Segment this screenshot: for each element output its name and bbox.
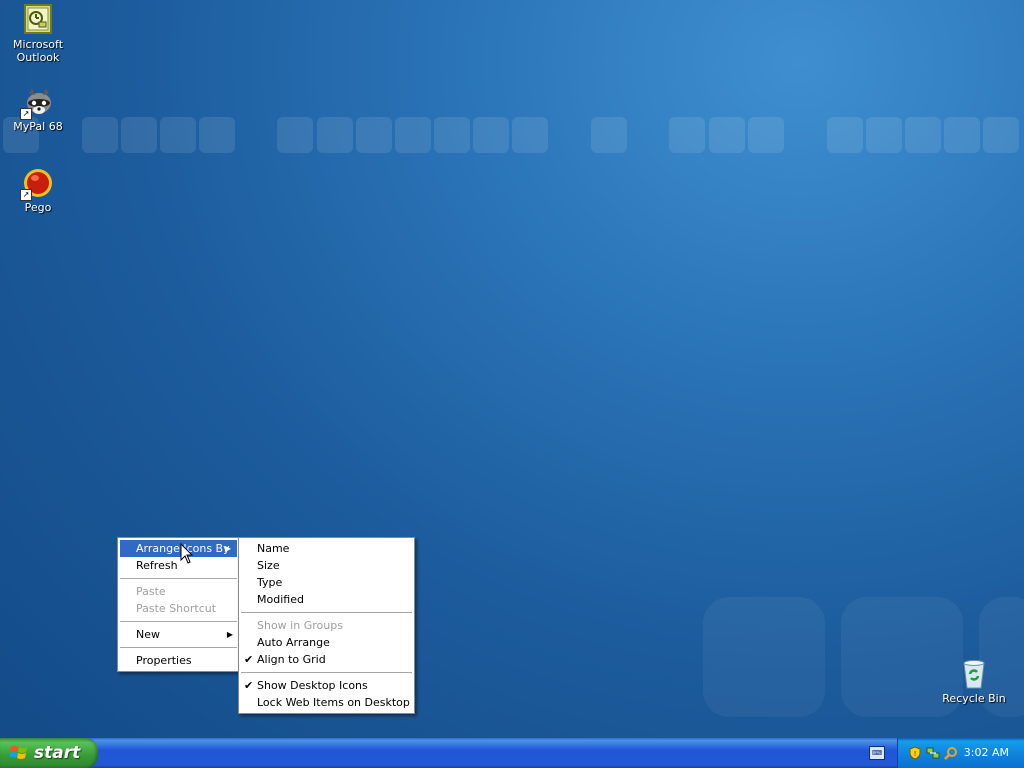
- submenu-arrow-icon: ▶: [224, 544, 231, 553]
- menu-item-paste: Paste: [118, 583, 239, 600]
- menu-item-properties[interactable]: Properties: [118, 652, 239, 669]
- menu-item-label: Align to Grid: [257, 653, 326, 666]
- desktop-icon-label: MyPal 68: [13, 120, 63, 133]
- security-shield-icon[interactable]: !: [908, 746, 922, 760]
- taskbar: start ⌨ ! 3:02 AM: [0, 738, 1024, 768]
- shortcut-arrow-icon: ↗: [20, 108, 32, 120]
- menu-item-arrange-icons-by[interactable]: Arrange Icons By ▶: [120, 540, 237, 557]
- search-icon[interactable]: [944, 746, 958, 760]
- start-button[interactable]: start: [0, 738, 98, 768]
- menu-item-label: Paste Shortcut: [136, 602, 217, 615]
- system-clock[interactable]: 3:02 AM: [964, 746, 1009, 759]
- menu-item-label: Show in Groups: [257, 619, 343, 632]
- desktop-context-menu: Arrange Icons By ▶ Refresh Paste Paste S…: [117, 537, 240, 672]
- background-decoration: [0, 117, 1024, 154]
- submenu-item-name[interactable]: Name: [239, 540, 414, 557]
- arrange-icons-submenu: Name Size Type Modified Show in Groups A…: [238, 537, 415, 714]
- menu-item-label: Lock Web Items on Desktop: [257, 696, 410, 709]
- submenu-item-align-to-grid[interactable]: ✔ Align to Grid: [239, 651, 414, 668]
- submenu-item-type[interactable]: Type: [239, 574, 414, 591]
- desktop-icon-label: Recycle Bin: [942, 692, 1006, 705]
- menu-separator: [120, 621, 237, 622]
- menu-item-refresh[interactable]: Refresh: [118, 557, 239, 574]
- menu-separator: [120, 647, 237, 648]
- checkmark-icon: ✔: [244, 653, 254, 666]
- menu-separator: [241, 612, 412, 613]
- outlook-icon: [22, 4, 54, 36]
- checkmark-icon: ✔: [244, 679, 254, 692]
- submenu-item-lock-web-items[interactable]: Lock Web Items on Desktop: [239, 694, 414, 711]
- desktop-icon-label: Outlook: [16, 51, 60, 64]
- recycle-bin-icon: [958, 658, 990, 690]
- desktop-icon-label: Microsoft: [12, 38, 64, 51]
- windows-flag-icon: [9, 745, 28, 761]
- menu-separator: [120, 578, 237, 579]
- menu-item-paste-shortcut: Paste Shortcut: [118, 600, 239, 617]
- menu-item-label: Name: [257, 542, 290, 555]
- menu-item-label: New: [136, 628, 160, 641]
- pego-ball-icon: ↗: [20, 167, 54, 201]
- network-icon[interactable]: [926, 746, 940, 760]
- desktop-icon-pego[interactable]: ↗ Pego: [0, 167, 76, 214]
- submenu-item-show-desktop-icons[interactable]: ✔ Show Desktop Icons: [239, 677, 414, 694]
- menu-item-new[interactable]: New ▶: [118, 626, 239, 643]
- desktop-icon-mypal[interactable]: ↗ MyPal 68: [0, 86, 76, 133]
- menu-item-label: Properties: [136, 654, 192, 667]
- menu-item-label: Show Desktop Icons: [257, 679, 368, 692]
- submenu-item-modified[interactable]: Modified: [239, 591, 414, 608]
- menu-item-label: Type: [257, 576, 283, 589]
- menu-item-label: Auto Arrange: [257, 636, 330, 649]
- desktop-icon-outlook[interactable]: Microsoft Outlook: [0, 4, 76, 64]
- raccoon-icon: ↗: [20, 86, 54, 120]
- menu-item-label: Modified: [257, 593, 304, 606]
- desktop-icon-recycle-bin[interactable]: Recycle Bin: [936, 658, 1012, 705]
- menu-item-label: Refresh: [136, 559, 178, 572]
- keyboard-language-icon[interactable]: ⌨: [869, 746, 885, 760]
- svg-text:!: !: [914, 750, 917, 758]
- desktop-icon-label: Pego: [24, 201, 52, 214]
- menu-separator: [241, 672, 412, 673]
- start-label: start: [34, 743, 81, 763]
- system-tray: ! 3:02 AM: [897, 738, 1024, 768]
- submenu-item-size[interactable]: Size: [239, 557, 414, 574]
- background-decoration-large: [703, 597, 825, 717]
- submenu-arrow-icon: ▶: [226, 630, 233, 639]
- menu-item-label: Paste: [136, 585, 166, 598]
- submenu-item-show-in-groups: Show in Groups: [239, 617, 414, 634]
- shortcut-arrow-icon: ↗: [20, 189, 32, 201]
- submenu-item-auto-arrange[interactable]: Auto Arrange: [239, 634, 414, 651]
- menu-item-label: Size: [257, 559, 280, 572]
